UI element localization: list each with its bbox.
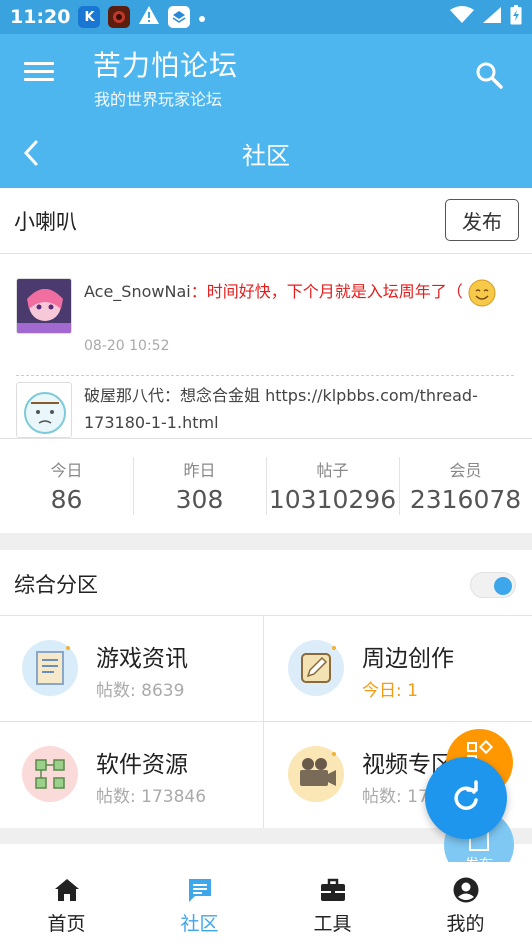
forum-item-fan-creation[interactable]: 周边创作 今日: 1 <box>266 616 530 721</box>
chat-icon <box>188 879 211 902</box>
notification-icons: K <box>78 5 206 29</box>
shoutbox-title: 小喇叭 <box>14 210 77 234</box>
tab-tools[interactable]: 工具 <box>266 862 399 945</box>
software-icon <box>22 746 78 802</box>
warning-icon <box>138 5 160 29</box>
wifi-icon <box>450 6 474 28</box>
tab-profile[interactable]: 我的 <box>399 862 532 945</box>
forum-stats: 今日 86 昨日 308 帖子 10310296 会员 2316078 <box>0 455 532 521</box>
stat-today: 今日 86 <box>50 461 83 514</box>
home-icon <box>54 879 79 901</box>
forum-item-software[interactable]: 软件资源 帖数: 173846 <box>0 722 264 827</box>
stat-members: 会员 2316078 <box>399 455 532 521</box>
dashed-divider <box>16 375 514 376</box>
tab-home[interactable]: 首页 <box>0 862 133 945</box>
refresh-fab-button[interactable] <box>425 757 507 839</box>
app-game-icon <box>108 6 131 28</box>
shout-time: 08-20 10:52 <box>84 338 170 354</box>
shout-message[interactable]: 破屋那八代：想念合金姐 https://klpbbs.com/thread-17… <box>16 382 516 438</box>
tab-community[interactable]: 社区 <box>133 862 266 945</box>
shout-content: 时间好快，下个月就是入坛周年了（ <box>206 282 463 301</box>
more-dot-icon <box>198 8 206 27</box>
video-camera-icon <box>288 746 344 802</box>
menu-icon[interactable] <box>24 62 54 86</box>
divider <box>0 253 532 254</box>
bottom-tab-bar: 首页 社区 工具 我的 <box>0 862 532 945</box>
shout-text: 破屋那八代：想念合金姐 https://klpbbs.com/thread-17… <box>84 386 478 432</box>
shoutbox-panel: 小喇叭 发布 Ace_SnowNai：时间好快，下个月就是入坛周年了（ 08-2… <box>0 188 532 533</box>
search-icon[interactable] <box>474 60 504 90</box>
status-time: 11:20 <box>10 6 71 28</box>
account-icon <box>453 877 478 903</box>
app-k-icon: K <box>78 6 101 28</box>
app-bar: 苦力怕论坛 我的世界玩家论坛 <box>0 34 532 118</box>
publish-button[interactable]: 发布 <box>445 199 519 241</box>
signal-icon <box>482 6 502 28</box>
status-bar: 11:20 K <box>0 0 532 34</box>
app-layers-icon <box>168 6 191 28</box>
section-toggle[interactable] <box>470 572 516 598</box>
battery-icon <box>510 5 522 29</box>
section-title: 综合分区 <box>14 573 98 597</box>
toolbox-icon <box>320 878 345 901</box>
shout-message[interactable]: Ace_SnowNai：时间好快，下个月就是入坛周年了（ 08-20 10:52 <box>16 278 516 358</box>
avatar[interactable] <box>16 382 72 438</box>
avatar[interactable] <box>16 278 72 334</box>
edit-icon <box>288 640 344 696</box>
stat-posts: 帖子 10310296 <box>266 455 399 521</box>
shout-user[interactable]: Ace_SnowNai <box>84 282 191 301</box>
divider <box>0 438 532 439</box>
news-icon <box>22 640 78 696</box>
shout-text: Ace_SnowNai：时间好快，下个月就是入坛周年了（ <box>84 278 514 307</box>
smile-emoji-icon <box>468 279 496 307</box>
stat-yesterday: 昨日 308 <box>133 455 266 521</box>
shout-user[interactable]: 破屋那八代 <box>84 386 164 405</box>
page-header: 社区 <box>0 118 532 188</box>
app-subtitle: 我的世界玩家论坛 <box>94 90 223 109</box>
page-title: 社区 <box>242 142 290 170</box>
refresh-icon <box>454 780 478 810</box>
app-title: 苦力怕论坛 <box>93 49 239 82</box>
forum-item-game-news[interactable]: 游戏资讯 帖数: 8639 <box>0 616 264 721</box>
